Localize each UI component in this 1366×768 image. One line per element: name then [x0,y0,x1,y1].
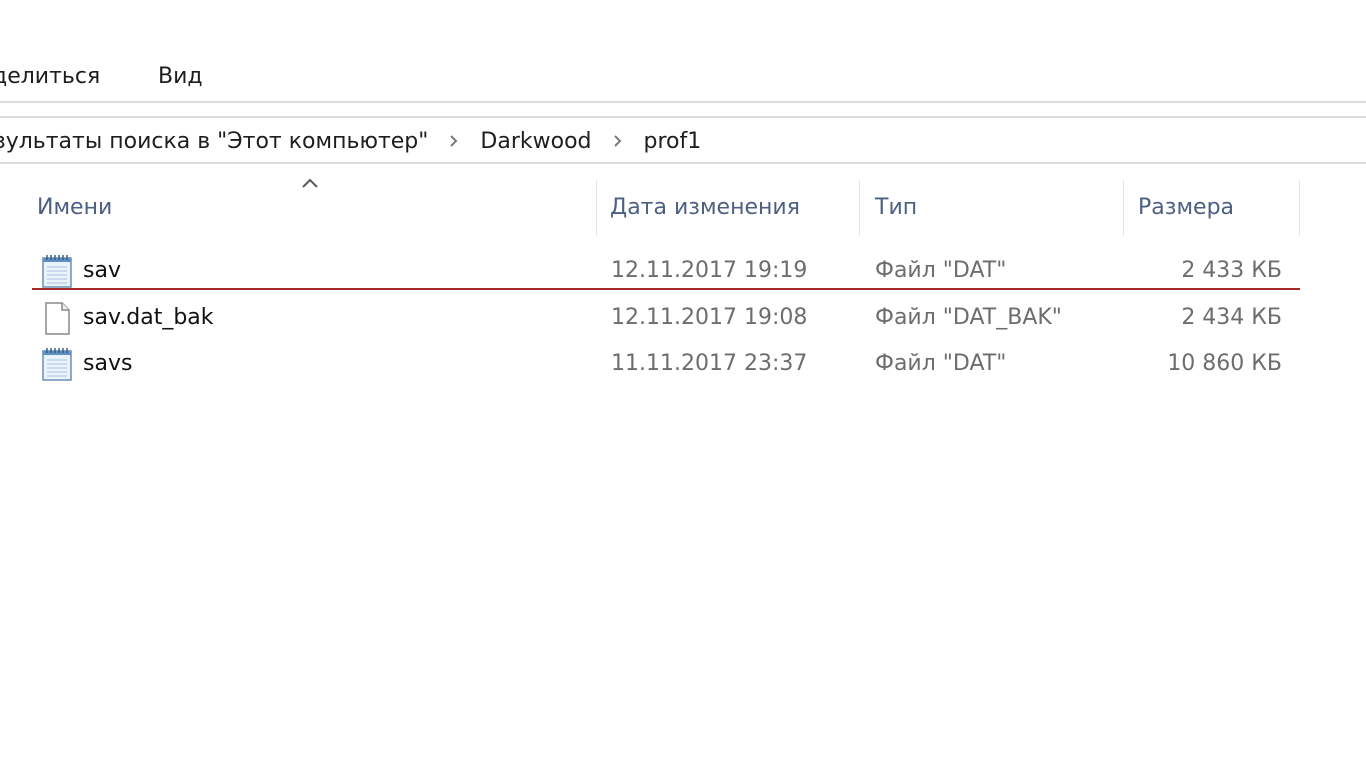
file-date: 11.11.2017 23:37 [611,351,808,376]
file-name[interactable]: sav [83,249,121,293]
file-explorer-window: делиться Вид зультаты поиска в "Этот ком… [0,0,1366,768]
sort-up-icon [302,178,318,188]
ribbon-divider [0,101,1366,103]
chevron-right-icon[interactable] [428,122,480,160]
column-divider[interactable] [1299,180,1300,236]
file-type: Файл "DAT" [875,351,1007,376]
column-header-date[interactable]: Дата изменения [610,190,800,226]
file-date: 12.11.2017 19:19 [611,258,808,283]
ribbon-tab-view[interactable]: Вид [158,62,203,92]
file-row-sav[interactable]: sav 12.11.2017 19:19 Файл "DAT" 2 433 КБ [32,249,1300,293]
file-name[interactable]: sav.dat_bak [83,296,214,340]
column-header-name[interactable]: Имени [37,190,112,226]
chevron-right-icon[interactable] [592,122,644,160]
drag-insertion-indicator [32,288,1300,290]
ribbon-tab-share[interactable]: делиться [0,62,100,92]
breadcrumb-item-darkwood[interactable]: Darkwood [480,129,591,154]
file-name[interactable]: savs [83,342,132,386]
file-type: Файл "DAT" [875,258,1007,283]
column-header-type[interactable]: Тип [875,190,917,226]
file-type: Файл "DAT_BAK" [875,305,1062,330]
breadcrumb-item-prof1[interactable]: prof1 [644,129,702,154]
blank-file-icon [45,302,70,335]
address-bar-top-border [0,116,1366,118]
file-row-sav-dat-bak[interactable]: sav.dat_bak 12.11.2017 19:08 Файл "DAT_B… [32,296,1300,340]
file-date: 12.11.2017 19:08 [611,305,808,330]
column-divider[interactable] [859,180,860,236]
file-size: 10 860 КБ [1167,351,1282,376]
column-header-size[interactable]: Размера [1138,190,1234,226]
file-size: 2 433 КБ [1181,258,1282,283]
column-divider[interactable] [1123,180,1124,236]
breadcrumb-item-search-results[interactable]: зультаты поиска в "Этот компьютер" [0,129,428,154]
breadcrumb[interactable]: зультаты поиска в "Этот компьютер" Darkw… [0,122,701,160]
notepad-file-icon [42,255,72,288]
file-row-savs[interactable]: savs 11.11.2017 23:37 Файл "DAT" 10 860 … [32,342,1300,386]
address-bar-bottom-border [0,162,1366,164]
notepad-file-icon [42,348,72,381]
file-size: 2 434 КБ [1181,305,1282,330]
column-divider[interactable] [596,180,597,236]
